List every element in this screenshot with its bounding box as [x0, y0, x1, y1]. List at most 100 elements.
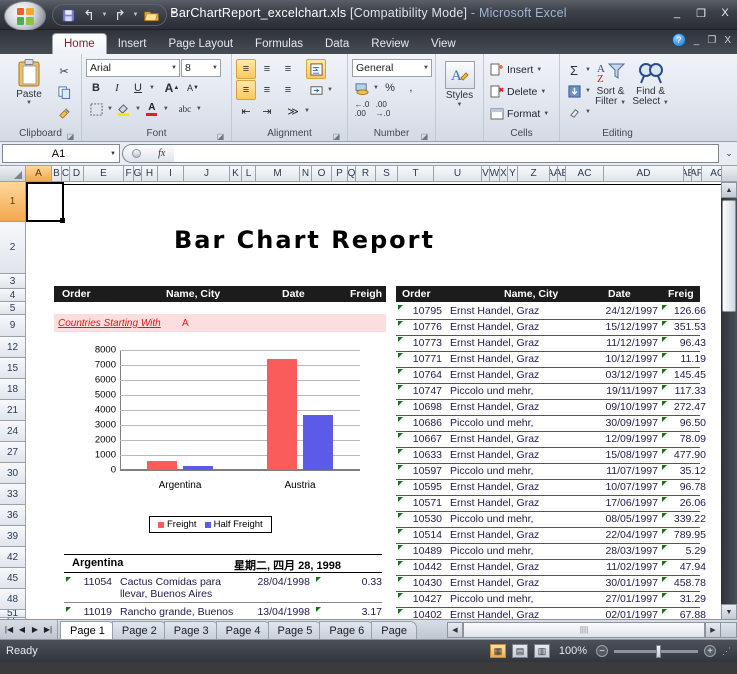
- resize-grip-icon[interactable]: ⋰: [722, 646, 731, 657]
- font-dialog-launcher-icon[interactable]: ◪: [216, 132, 225, 141]
- sort-filter-button[interactable]: A Z Sort & Filter ▼: [591, 59, 630, 107]
- view-page-break-icon[interactable]: ▥: [534, 644, 550, 658]
- find-select-button[interactable]: Find & Select ▼: [630, 59, 671, 107]
- underline-dropdown-icon[interactable]: ▼: [149, 85, 155, 91]
- table-row[interactable]: 10597 Piccolo und mehr, 11/07/1997 35.12: [396, 464, 706, 480]
- align-top-icon[interactable]: ≡: [236, 59, 256, 79]
- format-cells-button[interactable]: Format ▼: [488, 103, 555, 124]
- column-header-d[interactable]: D: [70, 166, 84, 181]
- align-left-icon[interactable]: ≡: [236, 80, 256, 100]
- formula-input[interactable]: [174, 144, 719, 163]
- vertical-scrollbar[interactable]: ▲ ▼: [721, 182, 737, 619]
- last-sheet-icon[interactable]: ▶|: [42, 623, 54, 637]
- column-header-ag[interactable]: AG: [702, 166, 721, 181]
- sheet-nav-buttons[interactable]: |◀ ◀ ▶ ▶|: [0, 620, 58, 639]
- row-header-4[interactable]: 4: [0, 289, 25, 302]
- zoom-in-button[interactable]: +: [704, 645, 716, 657]
- column-header-l[interactable]: L: [242, 166, 256, 181]
- table-row[interactable]: 10776 Ernst Handel, Graz 15/12/1997 351.53: [396, 320, 706, 336]
- chart-bar-argentina-freight[interactable]: [147, 461, 177, 470]
- insert-dropdown-icon[interactable]: ▼: [536, 67, 542, 73]
- row-header-39[interactable]: 39: [0, 526, 25, 547]
- hscroll-resize-grip[interactable]: [721, 621, 737, 638]
- row-header-5[interactable]: 5: [0, 302, 25, 315]
- table-row[interactable]: 10489 Piccolo und mehr, 28/03/1997 5.29: [396, 544, 706, 560]
- tab-home[interactable]: Home: [52, 33, 107, 54]
- column-header-o[interactable]: O: [312, 166, 332, 181]
- bold-button[interactable]: B: [86, 78, 106, 98]
- column-header-p[interactable]: P: [332, 166, 348, 181]
- formula-bar-expand-icon[interactable]: ⌄: [721, 148, 737, 159]
- first-sheet-icon[interactable]: |◀: [3, 623, 15, 637]
- zoom-out-button[interactable]: −: [596, 645, 608, 657]
- column-header-v[interactable]: V: [482, 166, 490, 181]
- percent-style-icon[interactable]: %: [380, 78, 400, 98]
- column-header-g[interactable]: G: [134, 166, 142, 181]
- table-row[interactable]: 10795 Ernst Handel, Graz 24/12/1997 126.66: [396, 304, 706, 320]
- zoom-level[interactable]: 100%: [556, 645, 590, 657]
- table-row[interactable]: 10686 Piccolo und mehr, 30/09/1997 96.50: [396, 416, 706, 432]
- sheet-canvas[interactable]: Bar Chart Report Order Name, City Date F…: [26, 182, 737, 619]
- row-header-18[interactable]: 18: [0, 379, 25, 400]
- window-controls[interactable]: _ ❐ X: [669, 5, 733, 21]
- column-header-q[interactable]: Q: [348, 166, 356, 181]
- align-middle-icon[interactable]: ≡: [257, 59, 277, 79]
- column-header-aa[interactable]: AA: [550, 166, 558, 181]
- decrease-decimal-icon[interactable]: .00 →.0: [373, 99, 393, 119]
- fill-color-dropdown-icon[interactable]: ▼: [135, 106, 141, 112]
- styles-button[interactable]: A Styles ▼: [440, 59, 479, 108]
- align-center-icon[interactable]: ≡: [257, 80, 277, 100]
- table-row[interactable]: 10530 Piccolo und mehr, 08/05/1997 339.22: [396, 512, 706, 528]
- table-row[interactable]: 10442 Ernst Handel, Graz 11/02/1997 47.94: [396, 560, 706, 576]
- table-row[interactable]: 10402 Ernst Handel, Graz 02/01/1997 67.88: [396, 608, 706, 619]
- wrap-text-icon[interactable]: [306, 59, 326, 79]
- phonetic-guide-icon[interactable]: abc: [175, 99, 195, 119]
- font-color-dropdown-icon[interactable]: ▼: [163, 106, 169, 112]
- column-header-t[interactable]: T: [398, 166, 434, 181]
- row-header-36[interactable]: 36: [0, 505, 25, 526]
- paste-dropdown-icon[interactable]: ▼: [4, 100, 54, 106]
- increase-indent-icon[interactable]: ⇥: [257, 101, 277, 121]
- column-header-z[interactable]: Z: [518, 166, 550, 181]
- name-box[interactable]: A1 ▼: [2, 144, 120, 163]
- view-page-layout-icon[interactable]: ▤: [512, 644, 528, 658]
- copy-icon[interactable]: [54, 82, 74, 102]
- row-header-30[interactable]: 30: [0, 463, 25, 484]
- orientation-dropdown-icon[interactable]: ▼: [304, 108, 310, 114]
- sheet-tab-page[interactable]: Page: [371, 621, 417, 639]
- clipboard-dialog-launcher-icon[interactable]: ◪: [66, 132, 75, 141]
- table-row[interactable]: 10514 Ernst Handel, Graz 22/04/1997 789.95: [396, 528, 706, 544]
- paste-button[interactable]: Paste ▼: [4, 59, 54, 106]
- sheet-tab-page-5[interactable]: Page 5: [267, 621, 323, 639]
- ribbon-close-icon[interactable]: X: [724, 35, 731, 46]
- ribbon-restore-icon[interactable]: ❐: [707, 35, 716, 46]
- merge-cells-icon[interactable]: [306, 80, 326, 100]
- column-header-u[interactable]: U: [434, 166, 482, 181]
- alignment-dialog-launcher-icon[interactable]: ◪: [332, 132, 341, 141]
- column-header-x[interactable]: X: [500, 166, 508, 181]
- column-header-b[interactable]: B: [52, 166, 62, 181]
- row-header-12[interactable]: 12: [0, 337, 25, 358]
- ribbon-minimize-icon[interactable]: _: [694, 35, 700, 46]
- maximize-icon[interactable]: ❐: [693, 5, 709, 21]
- table-row[interactable]: 10633 Ernst Handel, Graz 15/08/1997 477.90: [396, 448, 706, 464]
- tab-insert[interactable]: Insert: [107, 33, 158, 54]
- column-header-af[interactable]: AF: [692, 166, 702, 181]
- table-row[interactable]: 10747 Piccolo und mehr, 19/11/1997 117.33: [396, 384, 706, 400]
- hscroll-left-button[interactable]: ◀: [447, 621, 463, 638]
- column-header-ab[interactable]: AB: [558, 166, 566, 181]
- scroll-down-button[interactable]: ▼: [721, 604, 737, 619]
- column-header-e[interactable]: E: [84, 166, 124, 181]
- column-header-w[interactable]: W: [490, 166, 500, 181]
- format-painter-icon[interactable]: [54, 103, 74, 123]
- font-size-combo[interactable]: 8 ▼: [181, 59, 221, 77]
- sheet-tab-page-6[interactable]: Page 6: [319, 621, 375, 639]
- column-header-s[interactable]: S: [376, 166, 398, 181]
- row-header-45[interactable]: 45: [0, 568, 25, 589]
- row-header-48[interactable]: 48: [0, 589, 25, 610]
- table-row[interactable]: 10764 Ernst Handel, Graz 03/12/1997 145.45: [396, 368, 706, 384]
- fx-icon[interactable]: fx: [158, 148, 165, 159]
- cut-icon[interactable]: ✂: [54, 61, 74, 81]
- accounting-dropdown-icon[interactable]: ▼: [373, 85, 379, 91]
- column-header-y[interactable]: Y: [508, 166, 518, 181]
